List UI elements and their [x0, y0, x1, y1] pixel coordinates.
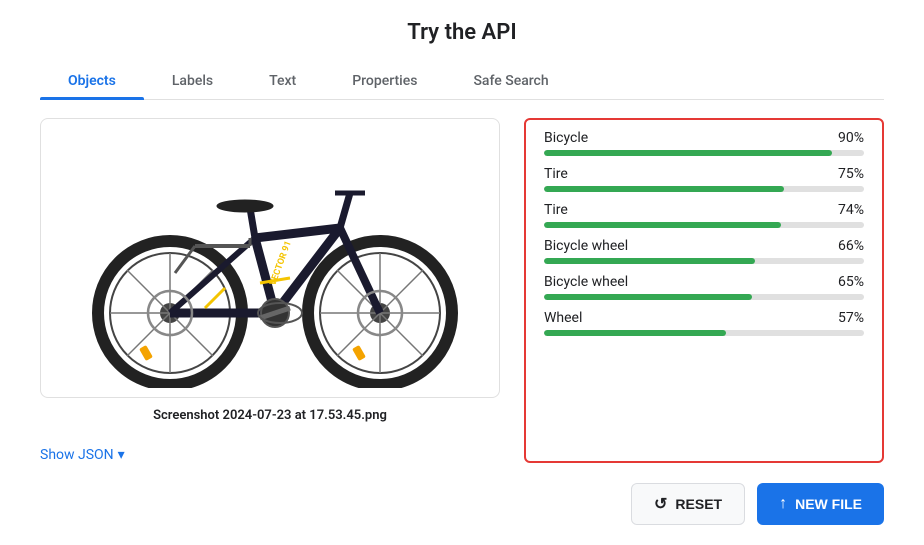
bottom-row: ↺ RESET ↑ NEW FILE — [40, 483, 884, 525]
new-file-label: NEW FILE — [795, 496, 862, 512]
progress-bar-fill — [544, 150, 832, 156]
progress-bar-background — [544, 150, 864, 156]
progress-bar-fill — [544, 222, 781, 228]
result-label: Wheel — [544, 310, 582, 326]
result-row: Bicycle wheel 66% — [544, 238, 864, 264]
show-json-label: Show JSON — [40, 447, 114, 463]
result-percent: 74% — [838, 202, 864, 218]
result-percent: 65% — [838, 274, 864, 290]
progress-bar-fill — [544, 294, 752, 300]
page-title: Try the API — [407, 20, 516, 45]
result-row: Tire 75% — [544, 166, 864, 192]
result-row: Bicycle 90% — [544, 130, 864, 156]
result-label: Bicycle — [544, 130, 588, 146]
image-container: VECTOR 91 — [40, 118, 500, 398]
result-percent: 66% — [838, 238, 864, 254]
button-row: ↺ RESET ↑ NEW FILE — [631, 483, 884, 525]
results-panel: Bicycle 90% Tire 75% Tire 74% — [524, 118, 884, 463]
tabs-bar: Objects Labels Text Properties Safe Sear… — [40, 63, 884, 100]
new-file-button[interactable]: ↑ NEW FILE — [757, 483, 884, 525]
result-row: Tire 74% — [544, 202, 864, 228]
result-percent: 90% — [838, 130, 864, 146]
result-percent: 75% — [838, 166, 864, 182]
progress-bar-fill — [544, 330, 726, 336]
result-label: Bicycle wheel — [544, 238, 628, 254]
tab-properties[interactable]: Properties — [324, 63, 445, 99]
results-box: Bicycle 90% Tire 75% Tire 74% — [524, 118, 884, 463]
result-label: Tire — [544, 166, 568, 182]
progress-bar-background — [544, 330, 864, 336]
reset-button[interactable]: ↺ RESET — [631, 483, 745, 525]
progress-bar-fill — [544, 258, 755, 264]
result-row: Wheel 57% — [544, 310, 864, 336]
progress-bar-background — [544, 258, 864, 264]
result-percent: 57% — [838, 310, 864, 326]
main-content: VECTOR 91 Screenshot 2024-07-23 at 17.53… — [40, 118, 884, 463]
reset-icon: ↺ — [654, 494, 667, 514]
tab-text[interactable]: Text — [241, 63, 324, 99]
image-panel: VECTOR 91 Screenshot 2024-07-23 at 17.53… — [40, 118, 500, 463]
chevron-down-icon: ▾ — [118, 447, 125, 463]
show-json-link[interactable]: Show JSON ▾ — [40, 447, 125, 463]
image-caption: Screenshot 2024-07-23 at 17.53.45.png — [153, 408, 387, 423]
reset-label: RESET — [675, 496, 722, 512]
tab-objects[interactable]: Objects — [40, 63, 144, 99]
tab-safe-search[interactable]: Safe Search — [445, 63, 576, 99]
tab-labels[interactable]: Labels — [144, 63, 241, 99]
progress-bar-fill — [544, 186, 784, 192]
progress-bar-background — [544, 222, 864, 228]
result-label: Tire — [544, 202, 568, 218]
bicycle-image: VECTOR 91 — [60, 128, 480, 388]
progress-bar-background — [544, 294, 864, 300]
result-label: Bicycle wheel — [544, 274, 628, 290]
result-row: Bicycle wheel 65% — [544, 274, 864, 300]
upload-icon: ↑ — [779, 495, 787, 513]
progress-bar-background — [544, 186, 864, 192]
